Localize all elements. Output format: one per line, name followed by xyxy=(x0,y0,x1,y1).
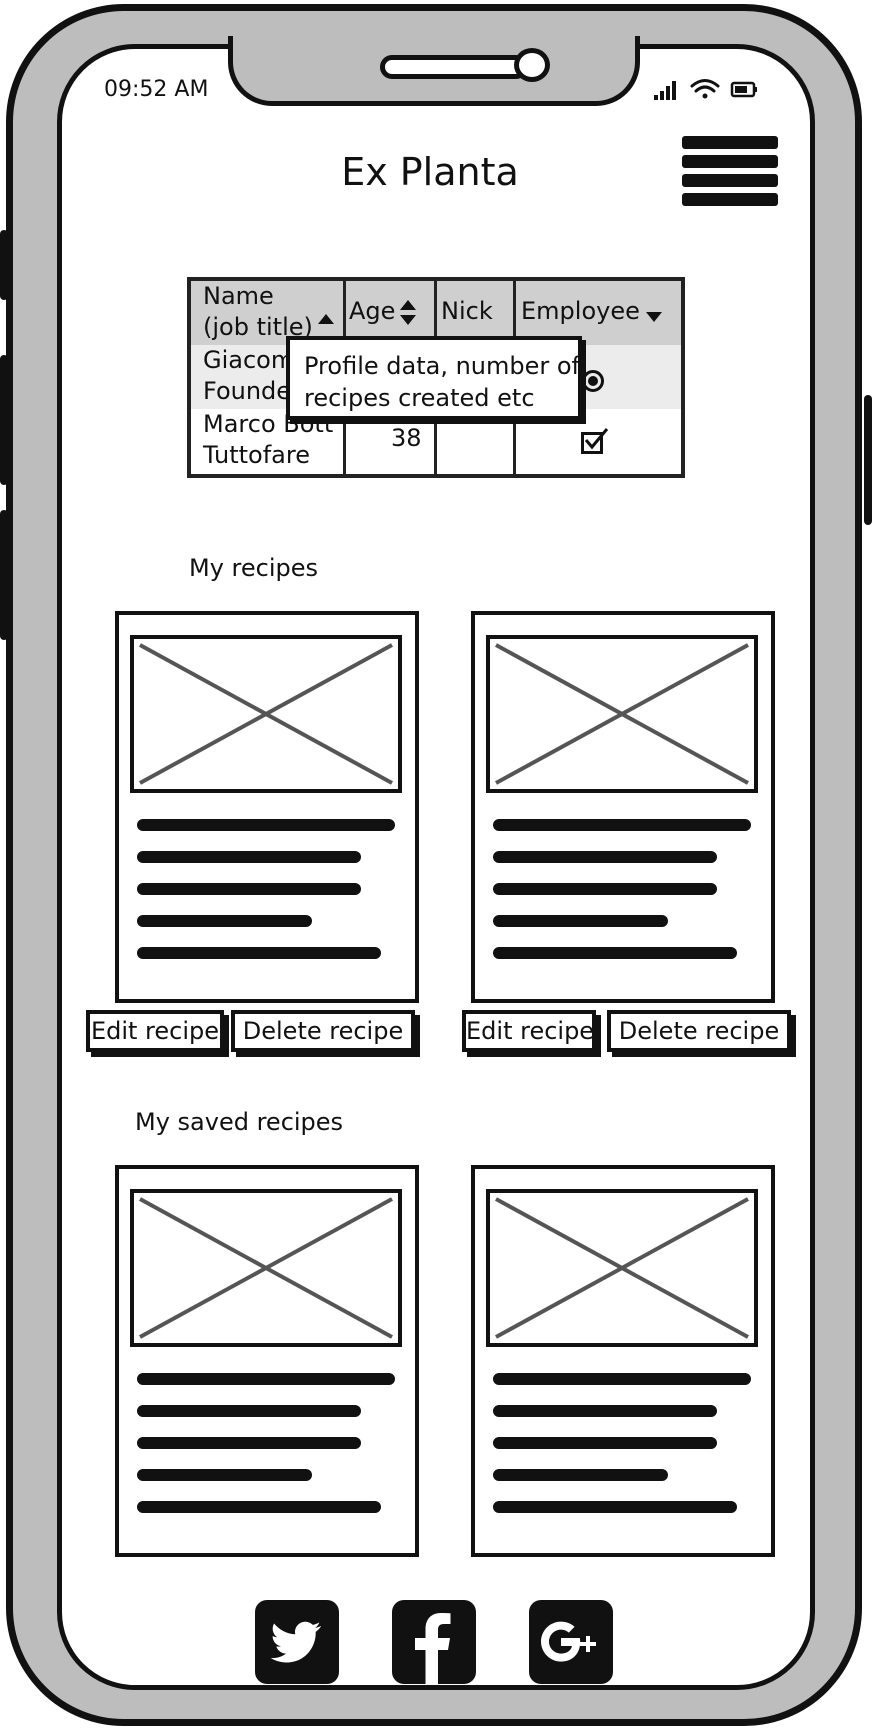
cell-name: Giacom Founde xyxy=(203,346,295,405)
front-camera xyxy=(514,48,550,82)
employee-checkbox[interactable] xyxy=(581,428,609,454)
status-icons xyxy=(652,76,762,102)
page-title: Ex Planta xyxy=(341,150,519,194)
battery-icon xyxy=(730,81,757,98)
tooltip: Profile data, number of recipes created … xyxy=(286,336,582,420)
saved-recipe-card[interactable] xyxy=(471,1165,775,1557)
speaker-grille xyxy=(380,55,528,79)
employee-radio[interactable] xyxy=(582,370,604,392)
phone-side-button xyxy=(0,510,8,640)
text-placeholder xyxy=(493,1373,751,1533)
signal-icon xyxy=(654,81,676,100)
phone-side-button xyxy=(864,395,872,525)
image-placeholder xyxy=(486,1189,758,1347)
edit-recipe-button[interactable]: Edit recipe xyxy=(86,1010,224,1052)
sort-icon[interactable] xyxy=(399,299,417,327)
image-placeholder xyxy=(486,635,758,793)
delete-recipe-button[interactable]: Delete recipe xyxy=(231,1010,415,1052)
section-title-saved-recipes: My saved recipes xyxy=(135,1108,344,1136)
column-header-nick[interactable]: Nick xyxy=(441,296,493,327)
edit-recipe-button[interactable]: Edit recipe xyxy=(462,1010,596,1052)
saved-recipe-card[interactable] xyxy=(115,1165,419,1557)
delete-recipe-button[interactable]: Delete recipe xyxy=(607,1010,791,1052)
google-plus-icon[interactable] xyxy=(529,1600,613,1684)
image-placeholder xyxy=(130,1189,402,1347)
status-time: 09:52 AM xyxy=(104,77,209,102)
wifi-icon xyxy=(690,79,720,99)
section-title-my-recipes: My recipes xyxy=(189,554,319,582)
chevron-down-icon[interactable] xyxy=(645,311,663,323)
facebook-icon[interactable] xyxy=(392,1600,476,1684)
phone-side-button xyxy=(0,230,8,300)
hamburger-menu-icon[interactable] xyxy=(682,136,778,212)
recipe-card[interactable] xyxy=(471,611,775,1003)
image-placeholder xyxy=(130,635,402,793)
text-placeholder xyxy=(137,819,395,979)
column-header-employee[interactable]: Employee xyxy=(521,296,640,327)
recipe-card[interactable] xyxy=(115,611,419,1003)
column-header-name[interactable]: Name (job title) xyxy=(203,281,313,343)
cell-age: 38 xyxy=(391,424,422,452)
text-placeholder xyxy=(493,819,751,979)
twitter-icon[interactable] xyxy=(255,1600,339,1684)
column-header-age[interactable]: Age xyxy=(349,296,395,327)
phone-side-button xyxy=(0,355,8,485)
sort-ascending-icon[interactable] xyxy=(317,313,335,325)
text-placeholder xyxy=(137,1373,395,1533)
